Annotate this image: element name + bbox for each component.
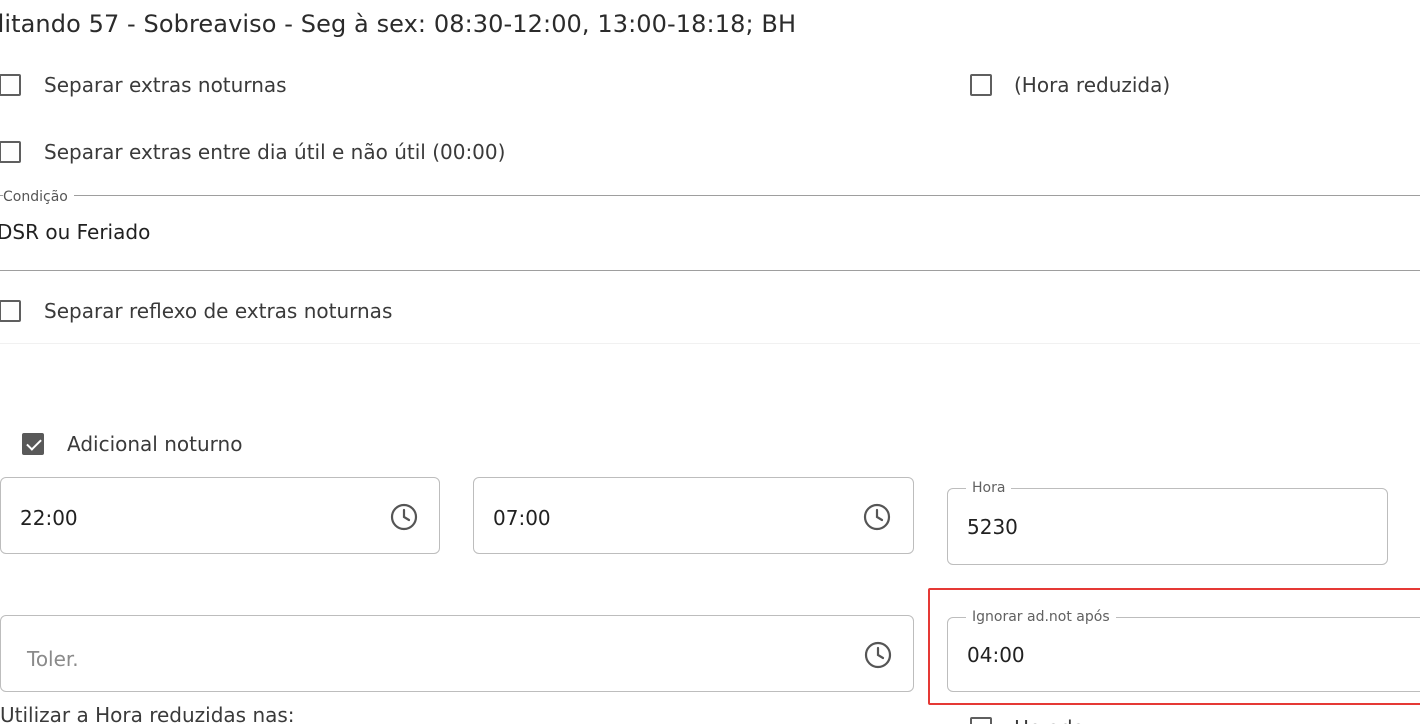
bottom-right-checkbox[interactable] (970, 717, 992, 724)
hora-field-label: Hora (966, 480, 1012, 496)
hora-reduzida-label: (Hora reduzida) (1014, 73, 1171, 97)
separar-extras-dia-util-checkbox[interactable] (0, 141, 21, 163)
separar-reflexo-checkbox[interactable] (0, 300, 21, 322)
bottom-right-option[interactable]: Ho ada (970, 716, 1085, 724)
adicional-inicio-value[interactable]: 22:00 (20, 506, 78, 530)
toler-placeholder[interactable]: Toler. (27, 647, 79, 671)
adicional-fim-value[interactable]: 07:00 (493, 506, 551, 530)
separar-extras-noturnas-label: Separar extras noturnas (44, 73, 287, 97)
condicao-label: Condição (3, 189, 74, 205)
adicional-noturno-label: Adicional noturno (67, 432, 243, 456)
separar-extras-dia-util-option[interactable]: Separar extras entre dia útil e não útil… (0, 140, 505, 164)
clock-icon[interactable] (389, 502, 419, 532)
hora-input[interactable]: 5230 (967, 515, 1018, 539)
hora-reduzida-option[interactable]: (Hora reduzida) (970, 73, 1170, 97)
condicao-bottom-border (0, 270, 1420, 271)
clock-icon[interactable] (862, 502, 892, 532)
separar-extras-dia-util-label: Separar extras entre dia útil e não útil… (44, 140, 506, 164)
separar-extras-noturnas-checkbox[interactable] (0, 74, 21, 96)
edit-form-page: ditando 57 - Sobreaviso - Seg à sex: 08:… (0, 0, 1420, 724)
adicional-inicio-time-field[interactable]: 22:00 (0, 477, 440, 554)
clock-icon[interactable] (863, 640, 893, 670)
condicao-select[interactable]: DSR ou Feriado (0, 220, 150, 244)
hora-reduzida-nas-label: Utilizar a Hora reduzidas nas: (0, 703, 295, 724)
separar-reflexo-label: Separar reflexo de extras noturnas (44, 299, 393, 323)
toler-time-field[interactable]: Toler. (0, 615, 914, 692)
page-title: ditando 57 - Sobreaviso - Seg à sex: 08:… (0, 10, 797, 38)
ignorar-ad-not-field[interactable]: Ignorar ad.not após 04:00 (947, 609, 1420, 692)
separar-reflexo-option[interactable]: Separar reflexo de extras noturnas (0, 299, 392, 323)
section-divider (0, 343, 1420, 344)
adicional-fim-time-field[interactable]: 07:00 (473, 477, 914, 554)
condicao-top-border (0, 195, 1420, 196)
hora-reduzida-checkbox[interactable] (970, 74, 992, 96)
adicional-noturno-checkbox[interactable] (22, 433, 44, 455)
hora-field[interactable]: Hora 5230 (947, 480, 1388, 565)
ignorar-ad-not-label: Ignorar ad.not após (966, 609, 1116, 625)
bottom-right-label: Ho ada (1014, 716, 1085, 724)
ignorar-ad-not-input[interactable]: 04:00 (967, 643, 1025, 667)
separar-extras-noturnas-option[interactable]: Separar extras noturnas (0, 73, 287, 97)
adicional-noturno-option[interactable]: Adicional noturno (22, 432, 242, 456)
